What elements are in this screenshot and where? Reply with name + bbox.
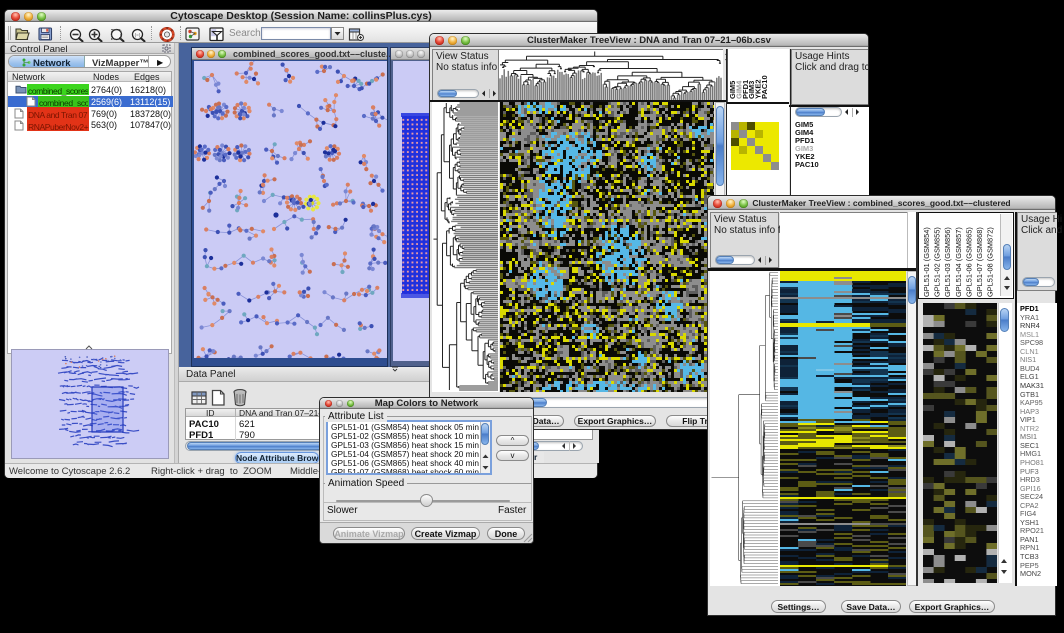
svg-text:PAC10: PAC10 bbox=[760, 75, 769, 99]
svg-text:GPL51-08 (GSM872): GPL51-08 (GSM872) bbox=[986, 227, 995, 297]
svg-text:GPL51-04 (GSM857): GPL51-04 (GSM857) bbox=[954, 227, 963, 297]
svg-text:GPL51-03 (GSM856): GPL51-03 (GSM856) bbox=[943, 227, 952, 297]
svg-text:GPL51-01 (GSM854): GPL51-01 (GSM854) bbox=[922, 227, 931, 297]
svg-text:GPL51-06 (GSM865): GPL51-06 (GSM865) bbox=[964, 227, 973, 297]
svg-text:GPL51-02 (GSM855): GPL51-02 (GSM855) bbox=[933, 227, 942, 297]
svg-text:(=): (=) bbox=[135, 32, 141, 37]
svg-text:GPL51-07 (GSM868): GPL51-07 (GSM868) bbox=[975, 227, 984, 297]
